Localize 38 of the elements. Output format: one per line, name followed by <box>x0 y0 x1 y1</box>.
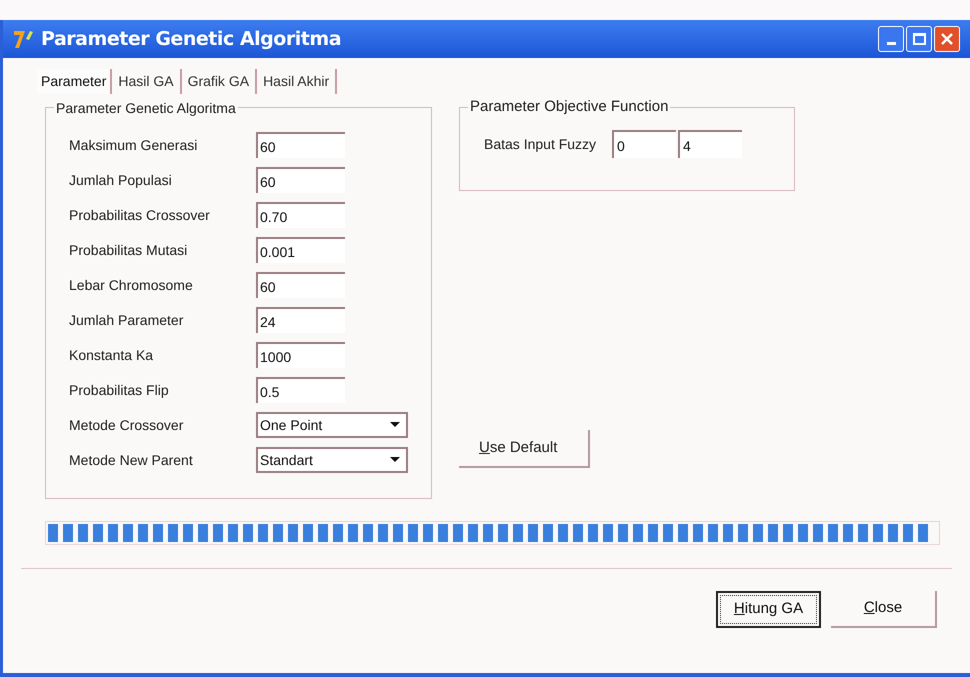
input-field[interactable]: 0.001 <box>256 237 345 263</box>
dropdown-value: Standart <box>259 450 314 470</box>
field-label: Metode Crossover <box>69 416 184 434</box>
input-field[interactable]: 0 <box>612 130 676 158</box>
close-icon <box>941 33 953 45</box>
dropdown-value: One Point <box>259 416 324 434</box>
field-label: Probabilitas Flip <box>69 380 170 400</box>
input-field[interactable]: 0.5 <box>256 377 345 403</box>
field-label: Jumlah Parameter <box>69 310 184 330</box>
field-label: Konstanta Ka <box>69 346 154 364</box>
dialog-button[interactable]: Close <box>831 591 937 628</box>
close-button[interactable] <box>934 26 960 52</box>
tab[interactable]: Hasil GA <box>112 68 182 94</box>
input-field[interactable]: 0.70 <box>256 202 345 228</box>
field-label: Maksimum Generasi <box>69 136 198 154</box>
field-label: Metode New Parent <box>69 450 194 470</box>
window-title: Parameter Genetic Algoritma <box>41 26 342 52</box>
input-field[interactable]: 60 <box>256 167 345 193</box>
input-field[interactable]: 4 <box>678 130 742 158</box>
field-label: Lebar Chromosome <box>69 276 194 294</box>
field-label: Probabilitas Crossover <box>69 206 211 224</box>
input-field[interactable]: 60 <box>256 132 345 158</box>
input-field[interactable]: 1000 <box>256 342 345 368</box>
minimize-button[interactable] <box>878 26 904 52</box>
app-icon <box>13 29 35 49</box>
input-field[interactable]: 24 <box>256 307 345 333</box>
tab[interactable]: Hasil Akhir <box>257 68 338 94</box>
maximize-button[interactable] <box>906 26 932 52</box>
use-default-button[interactable]: Use Default <box>459 430 590 468</box>
tab[interactable]: Parameter <box>37 68 112 94</box>
tab[interactable]: Grafik GA <box>182 68 258 94</box>
dropdown[interactable]: One Point <box>256 412 408 438</box>
field-label: Jumlah Populasi <box>69 170 173 190</box>
field-label: Batas Input Fuzzy <box>484 134 598 154</box>
dialog-button[interactable]: Hitung GA <box>716 591 821 628</box>
dropdown[interactable]: Standart <box>256 447 408 473</box>
field-label: Probabilitas Mutasi <box>69 240 188 260</box>
input-field[interactable]: 60 <box>256 272 345 298</box>
